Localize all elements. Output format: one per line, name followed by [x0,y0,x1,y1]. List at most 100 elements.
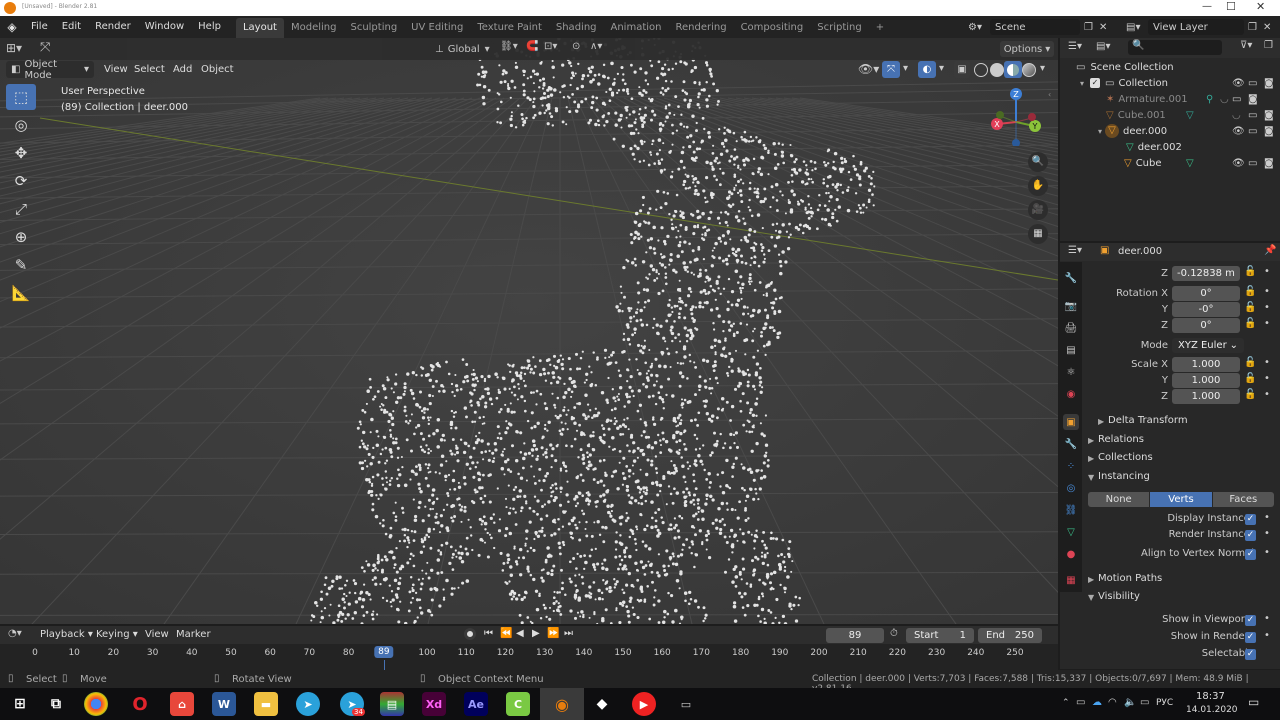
wifi-icon[interactable]: ◠ [1108,697,1117,708]
menu-add[interactable]: Add [173,64,192,75]
properties-editor-icon[interactable]: ☰▾ [1068,245,1082,256]
scene-close-icon[interactable]: ✕ [1099,22,1107,33]
battery-icon[interactable]: ▭ [1140,697,1149,708]
view-layer-tab-icon[interactable]: ▤ [1063,342,1079,358]
keyframe-dot-icon[interactable]: • [1264,302,1270,313]
input-language[interactable]: РУС [1156,698,1173,708]
relations-section[interactable]: Relations [1098,434,1144,445]
instancing-faces-button[interactable]: Faces [1212,492,1274,507]
instancing-verts-button[interactable]: Verts [1150,492,1212,507]
collapse-icon[interactable]: ▶ [1088,454,1094,463]
onedrive-icon[interactable]: ☁ [1092,697,1102,708]
outliner-row-cube[interactable]: ▽ Cube ▽ 👁 ▭ ◙ [1060,155,1280,171]
pin-icon[interactable]: 📌 [1264,245,1276,256]
options-dropdown[interactable]: Options ▾ [1000,41,1054,57]
eye-icon[interactable]: 👁 [1232,78,1245,89]
display-instancer-checkbox[interactable]: ✓ [1245,514,1256,525]
lock-icon[interactable]: 🔓 [1244,266,1256,277]
app-red-icon[interactable]: ⌂ [170,692,194,716]
outliner-row-armature[interactable]: ✶ Armature.001 ⚲ ◡ ▭ ◙ [1060,91,1280,107]
mode-dropdown[interactable]: ◧ Object Mode ▾ [6,59,94,81]
shading-material-icon[interactable] [1004,61,1022,78]
camera-render-icon[interactable]: ◙ [1264,110,1274,121]
3d-viewport[interactable]: ⊞▾ ⤧ ⊥ Global ▾ ⛓▾ 🧲 ⊡▾ ⊙ ∧▾ Options ▾ ◧ Obj… [0,38,1058,624]
collections-section[interactable]: Collections [1098,452,1153,463]
motion-paths-section[interactable]: Motion Paths [1098,573,1162,584]
monitor-icon[interactable]: ▭ [1248,78,1257,89]
tab-texture-paint[interactable]: Texture Paint [470,18,549,38]
timeline-view-menu[interactable]: View [145,629,169,640]
volume-icon[interactable]: 🔈 [1124,697,1136,708]
visibility-section[interactable]: Visibility [1098,591,1140,602]
particles-tab-icon[interactable]: ⁘ [1063,458,1079,474]
transform-orientation-dropdown[interactable]: ⊥ Global ▾ [430,41,494,57]
annotate-icon[interactable]: ✎ [6,252,36,278]
outliner-search-input[interactable]: 🔍 [1128,40,1222,55]
render-tab-icon[interactable]: 📷 [1063,298,1079,314]
file-explorer-icon[interactable]: ▬ [254,692,278,716]
modifier-tab-icon[interactable]: 🔧 [1063,436,1079,452]
minimize-icon[interactable]: — [1202,1,1212,12]
proportional-edit-icon[interactable]: ⊙ [572,41,580,52]
xray-toggle-icon[interactable]: ▣ [954,61,970,78]
lock-icon[interactable]: 🔓 [1244,373,1256,384]
playback-menu[interactable]: Playback ▾ [40,629,93,640]
gizmo-dropdown-icon[interactable]: ▾ [903,63,908,74]
opera-icon[interactable]: O [128,692,152,716]
outliner-row-cube001[interactable]: ▽ Cube.001 ▽ ◡ ▭ ◙ [1060,107,1280,123]
monitor-icon[interactable]: ▭ [1248,110,1257,121]
instancing-section[interactable]: Instancing [1098,471,1150,482]
outliner-row-scene-collection[interactable]: ▭ Scene Collection [1060,59,1280,75]
tab-rendering[interactable]: Rendering [668,18,733,38]
camera-render-icon[interactable]: ◙ [1264,158,1274,169]
location-z-field[interactable]: -0.12838 m [1172,266,1240,281]
shading-rendered-icon[interactable] [1022,63,1036,77]
keyframe-dot-icon[interactable]: • [1264,286,1270,297]
keyframe-dot-icon[interactable]: • [1264,512,1270,523]
unity-icon[interactable]: ◆ [590,692,614,716]
keying-menu[interactable]: Keying ▾ [96,629,138,640]
select-box-icon[interactable]: ⬚ [6,84,36,110]
tab-compositing[interactable]: Compositing [734,18,811,38]
texture-tab-icon[interactable]: ▦ [1063,572,1079,588]
keyframe-dot-icon[interactable]: • [1264,389,1270,400]
move-icon[interactable]: ✥ [6,140,36,166]
physics-tab-icon[interactable]: ◎ [1063,480,1079,496]
expand-icon[interactable]: ▼ [1088,473,1094,482]
keyframe-dot-icon[interactable]: • [1264,266,1270,277]
outliner-editor-icon[interactable]: ☰▾ [1068,41,1082,52]
material-tab-icon[interactable]: ● [1063,546,1079,562]
word-icon[interactable]: W [212,692,236,716]
filter-icon[interactable]: ⊽▾ [1240,40,1252,51]
frame-ruler[interactable]: 0 10 20 30 40 50 60 70 80 89 100 110 120 130 140 150 160… [0,644,1058,670]
outliner-row-collection[interactable]: ▾ ✓ ▭ Collection 👁 ▭ ◙ [1060,75,1280,91]
clock-date[interactable]: 14.01.2020 [1186,705,1238,715]
prev-keyframe-icon[interactable]: ⏪ [500,628,512,639]
falloff-icon[interactable]: ∧▾ [590,41,602,52]
collapse-icon[interactable]: ▶ [1088,575,1094,584]
monitor-icon[interactable]: ▭ [1232,94,1241,105]
rotation-z-field[interactable]: 0° [1172,318,1240,333]
keyframe-dot-icon[interactable]: • [1264,373,1270,384]
menu-window[interactable]: Window [138,16,191,38]
menu-render[interactable]: Render [88,16,138,38]
maximize-icon[interactable]: ☐ [1226,0,1236,13]
view-layer-close-icon[interactable]: ✕ [1263,22,1271,33]
camera-render-icon[interactable]: ◙ [1248,94,1258,105]
keyframe-dot-icon[interactable]: • [1264,547,1270,558]
keyframe-dot-icon[interactable]: • [1264,318,1270,329]
after-effects-icon[interactable]: Ae [464,692,488,716]
shading-wireframe-icon[interactable] [974,63,988,77]
stopwatch-icon[interactable]: ⏱ [890,628,898,639]
sidebar-toggle-arrow[interactable]: ‹ [1048,90,1051,99]
jump-start-icon[interactable]: ⏮ [484,628,493,639]
telegram-icon[interactable]: ➤ [296,692,320,716]
tab-uv-editing[interactable]: UV Editing [404,18,470,38]
camera-render-icon[interactable]: ◙ [1264,126,1274,137]
view-layer-name-field[interactable]: View Layer [1148,19,1244,35]
keyframe-dot-icon[interactable]: • [1264,528,1270,539]
playhead-line[interactable] [383,660,385,670]
collapse-icon[interactable]: ▶ [1098,417,1104,426]
align-normal-checkbox[interactable]: ✓ [1245,549,1256,560]
hidden-icon[interactable]: ◡ [1232,110,1241,121]
